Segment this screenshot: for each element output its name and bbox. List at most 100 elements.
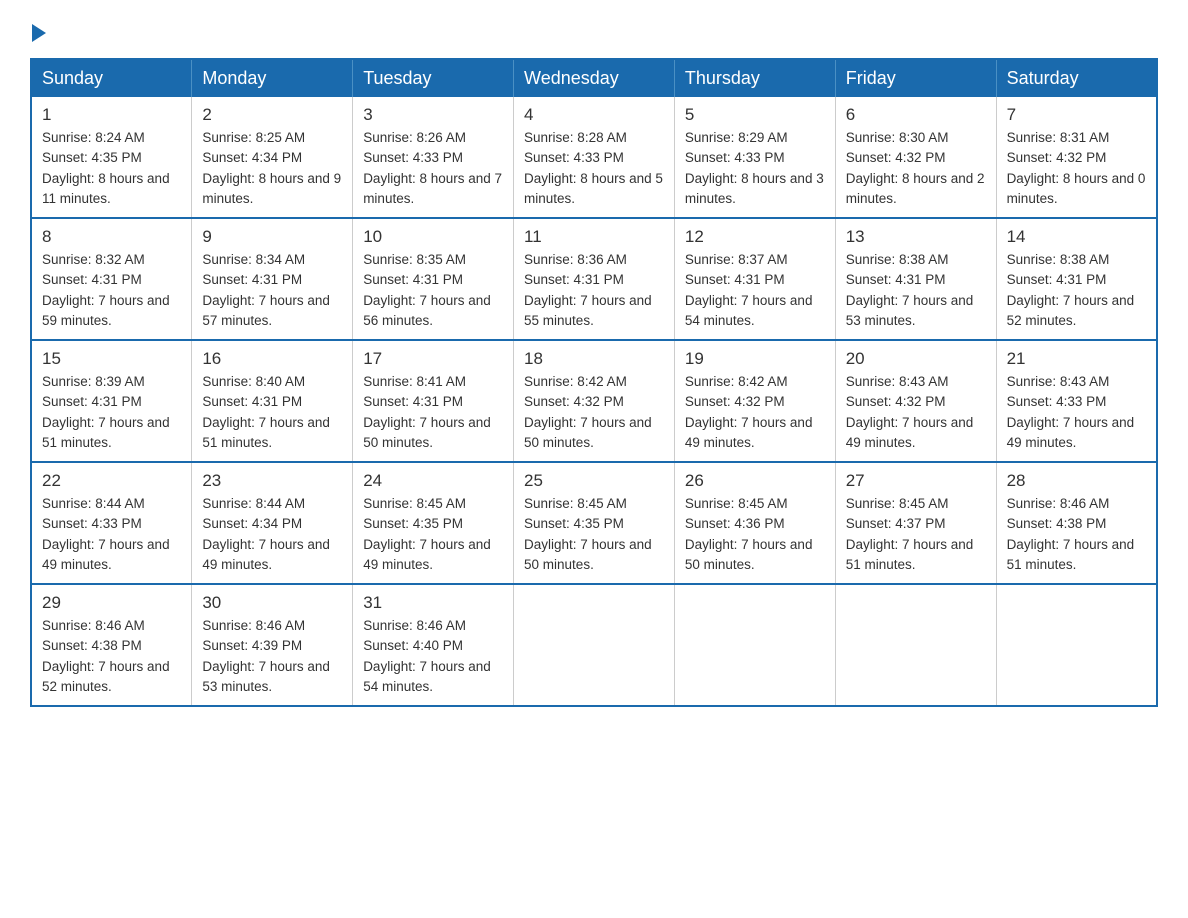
header-thursday: Thursday <box>674 59 835 97</box>
calendar-cell: 23 Sunrise: 8:44 AMSunset: 4:34 PMDaylig… <box>192 462 353 584</box>
day-info: Sunrise: 8:29 AMSunset: 4:33 PMDaylight:… <box>685 128 825 209</box>
day-info: Sunrise: 8:42 AMSunset: 4:32 PMDaylight:… <box>685 372 825 453</box>
day-info: Sunrise: 8:37 AMSunset: 4:31 PMDaylight:… <box>685 250 825 331</box>
calendar-cell: 15 Sunrise: 8:39 AMSunset: 4:31 PMDaylig… <box>31 340 192 462</box>
calendar-week-4: 22 Sunrise: 8:44 AMSunset: 4:33 PMDaylig… <box>31 462 1157 584</box>
day-info: Sunrise: 8:45 AMSunset: 4:35 PMDaylight:… <box>363 494 503 575</box>
day-number: 20 <box>846 349 986 369</box>
calendar-cell: 31 Sunrise: 8:46 AMSunset: 4:40 PMDaylig… <box>353 584 514 706</box>
calendar-cell <box>674 584 835 706</box>
calendar-cell: 6 Sunrise: 8:30 AMSunset: 4:32 PMDayligh… <box>835 97 996 218</box>
calendar-cell: 1 Sunrise: 8:24 AMSunset: 4:35 PMDayligh… <box>31 97 192 218</box>
calendar-week-1: 1 Sunrise: 8:24 AMSunset: 4:35 PMDayligh… <box>31 97 1157 218</box>
day-number: 22 <box>42 471 181 491</box>
day-info: Sunrise: 8:41 AMSunset: 4:31 PMDaylight:… <box>363 372 503 453</box>
calendar-cell: 14 Sunrise: 8:38 AMSunset: 4:31 PMDaylig… <box>996 218 1157 340</box>
day-number: 14 <box>1007 227 1146 247</box>
day-number: 12 <box>685 227 825 247</box>
day-info: Sunrise: 8:45 AMSunset: 4:37 PMDaylight:… <box>846 494 986 575</box>
day-number: 31 <box>363 593 503 613</box>
header-wednesday: Wednesday <box>514 59 675 97</box>
calendar-cell: 2 Sunrise: 8:25 AMSunset: 4:34 PMDayligh… <box>192 97 353 218</box>
day-info: Sunrise: 8:46 AMSunset: 4:38 PMDaylight:… <box>42 616 181 697</box>
day-info: Sunrise: 8:40 AMSunset: 4:31 PMDaylight:… <box>202 372 342 453</box>
calendar-cell: 4 Sunrise: 8:28 AMSunset: 4:33 PMDayligh… <box>514 97 675 218</box>
day-info: Sunrise: 8:44 AMSunset: 4:33 PMDaylight:… <box>42 494 181 575</box>
calendar-cell: 17 Sunrise: 8:41 AMSunset: 4:31 PMDaylig… <box>353 340 514 462</box>
calendar-cell: 18 Sunrise: 8:42 AMSunset: 4:32 PMDaylig… <box>514 340 675 462</box>
header-tuesday: Tuesday <box>353 59 514 97</box>
calendar-cell: 22 Sunrise: 8:44 AMSunset: 4:33 PMDaylig… <box>31 462 192 584</box>
day-info: Sunrise: 8:24 AMSunset: 4:35 PMDaylight:… <box>42 128 181 209</box>
day-info: Sunrise: 8:36 AMSunset: 4:31 PMDaylight:… <box>524 250 664 331</box>
day-info: Sunrise: 8:39 AMSunset: 4:31 PMDaylight:… <box>42 372 181 453</box>
calendar-cell: 19 Sunrise: 8:42 AMSunset: 4:32 PMDaylig… <box>674 340 835 462</box>
day-number: 4 <box>524 105 664 125</box>
day-info: Sunrise: 8:32 AMSunset: 4:31 PMDaylight:… <box>42 250 181 331</box>
day-number: 2 <box>202 105 342 125</box>
day-number: 18 <box>524 349 664 369</box>
calendar-cell: 3 Sunrise: 8:26 AMSunset: 4:33 PMDayligh… <box>353 97 514 218</box>
day-number: 1 <box>42 105 181 125</box>
calendar-cell: 20 Sunrise: 8:43 AMSunset: 4:32 PMDaylig… <box>835 340 996 462</box>
day-info: Sunrise: 8:44 AMSunset: 4:34 PMDaylight:… <box>202 494 342 575</box>
header-monday: Monday <box>192 59 353 97</box>
header-saturday: Saturday <box>996 59 1157 97</box>
page-header <box>30 20 1158 40</box>
calendar-cell <box>835 584 996 706</box>
day-number: 23 <box>202 471 342 491</box>
day-number: 8 <box>42 227 181 247</box>
calendar-cell: 29 Sunrise: 8:46 AMSunset: 4:38 PMDaylig… <box>31 584 192 706</box>
calendar-table: Sunday Monday Tuesday Wednesday Thursday… <box>30 58 1158 707</box>
calendar-cell: 9 Sunrise: 8:34 AMSunset: 4:31 PMDayligh… <box>192 218 353 340</box>
calendar-cell: 11 Sunrise: 8:36 AMSunset: 4:31 PMDaylig… <box>514 218 675 340</box>
day-info: Sunrise: 8:45 AMSunset: 4:36 PMDaylight:… <box>685 494 825 575</box>
logo <box>30 20 46 40</box>
calendar-cell: 24 Sunrise: 8:45 AMSunset: 4:35 PMDaylig… <box>353 462 514 584</box>
calendar-week-5: 29 Sunrise: 8:46 AMSunset: 4:38 PMDaylig… <box>31 584 1157 706</box>
calendar-cell: 10 Sunrise: 8:35 AMSunset: 4:31 PMDaylig… <box>353 218 514 340</box>
day-number: 29 <box>42 593 181 613</box>
day-number: 15 <box>42 349 181 369</box>
calendar-cell: 30 Sunrise: 8:46 AMSunset: 4:39 PMDaylig… <box>192 584 353 706</box>
day-info: Sunrise: 8:45 AMSunset: 4:35 PMDaylight:… <box>524 494 664 575</box>
calendar-cell: 7 Sunrise: 8:31 AMSunset: 4:32 PMDayligh… <box>996 97 1157 218</box>
day-info: Sunrise: 8:35 AMSunset: 4:31 PMDaylight:… <box>363 250 503 331</box>
calendar-cell: 21 Sunrise: 8:43 AMSunset: 4:33 PMDaylig… <box>996 340 1157 462</box>
day-number: 26 <box>685 471 825 491</box>
day-info: Sunrise: 8:38 AMSunset: 4:31 PMDaylight:… <box>846 250 986 331</box>
day-number: 17 <box>363 349 503 369</box>
day-info: Sunrise: 8:43 AMSunset: 4:33 PMDaylight:… <box>1007 372 1146 453</box>
day-number: 13 <box>846 227 986 247</box>
day-number: 11 <box>524 227 664 247</box>
calendar-cell <box>996 584 1157 706</box>
day-info: Sunrise: 8:43 AMSunset: 4:32 PMDaylight:… <box>846 372 986 453</box>
day-info: Sunrise: 8:38 AMSunset: 4:31 PMDaylight:… <box>1007 250 1146 331</box>
day-number: 28 <box>1007 471 1146 491</box>
calendar-cell: 26 Sunrise: 8:45 AMSunset: 4:36 PMDaylig… <box>674 462 835 584</box>
calendar-cell <box>514 584 675 706</box>
day-number: 27 <box>846 471 986 491</box>
day-info: Sunrise: 8:31 AMSunset: 4:32 PMDaylight:… <box>1007 128 1146 209</box>
day-info: Sunrise: 8:46 AMSunset: 4:39 PMDaylight:… <box>202 616 342 697</box>
day-number: 10 <box>363 227 503 247</box>
header-sunday: Sunday <box>31 59 192 97</box>
day-number: 21 <box>1007 349 1146 369</box>
calendar-week-3: 15 Sunrise: 8:39 AMSunset: 4:31 PMDaylig… <box>31 340 1157 462</box>
day-info: Sunrise: 8:34 AMSunset: 4:31 PMDaylight:… <box>202 250 342 331</box>
day-number: 25 <box>524 471 664 491</box>
day-info: Sunrise: 8:28 AMSunset: 4:33 PMDaylight:… <box>524 128 664 209</box>
day-info: Sunrise: 8:46 AMSunset: 4:38 PMDaylight:… <box>1007 494 1146 575</box>
calendar-week-2: 8 Sunrise: 8:32 AMSunset: 4:31 PMDayligh… <box>31 218 1157 340</box>
day-info: Sunrise: 8:25 AMSunset: 4:34 PMDaylight:… <box>202 128 342 209</box>
day-info: Sunrise: 8:42 AMSunset: 4:32 PMDaylight:… <box>524 372 664 453</box>
calendar-cell: 13 Sunrise: 8:38 AMSunset: 4:31 PMDaylig… <box>835 218 996 340</box>
header-friday: Friday <box>835 59 996 97</box>
day-number: 9 <box>202 227 342 247</box>
day-number: 3 <box>363 105 503 125</box>
calendar-cell: 5 Sunrise: 8:29 AMSunset: 4:33 PMDayligh… <box>674 97 835 218</box>
calendar-cell: 25 Sunrise: 8:45 AMSunset: 4:35 PMDaylig… <box>514 462 675 584</box>
calendar-cell: 27 Sunrise: 8:45 AMSunset: 4:37 PMDaylig… <box>835 462 996 584</box>
day-info: Sunrise: 8:46 AMSunset: 4:40 PMDaylight:… <box>363 616 503 697</box>
day-info: Sunrise: 8:30 AMSunset: 4:32 PMDaylight:… <box>846 128 986 209</box>
